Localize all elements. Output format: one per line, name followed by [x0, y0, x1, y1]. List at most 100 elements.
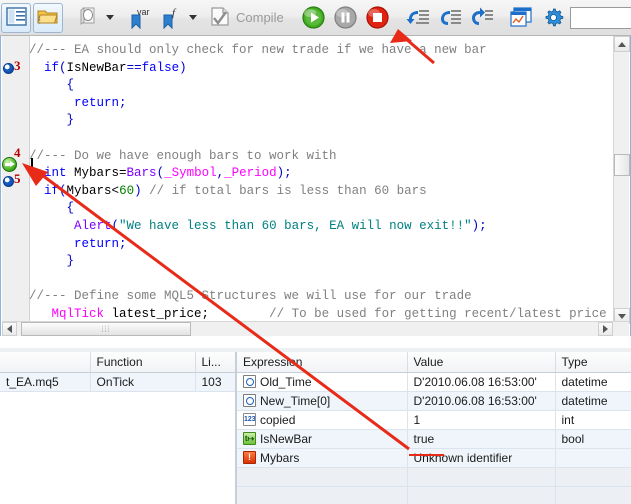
- watch-value-cell: D'2010.06.08 16:53:00': [407, 372, 556, 392]
- step-out-button[interactable]: [467, 3, 497, 33]
- main-toolbar: var f Compile: [0, 0, 631, 36]
- insert-variable-button[interactable]: var: [124, 3, 154, 33]
- vertical-splitter[interactable]: [236, 352, 237, 504]
- scroll-left-arrow-icon[interactable]: [2, 322, 17, 336]
- code-token: MqlTick: [51, 306, 105, 321]
- code-token: ): [179, 60, 187, 75]
- code-token: Mybars=: [66, 166, 127, 181]
- editor-vertical-scrollbar[interactable]: [613, 36, 630, 324]
- gutter-line-number: 4: [14, 145, 21, 160]
- scroll-up-arrow-icon[interactable]: [614, 36, 630, 52]
- insert-dropdown-caret-icon[interactable]: [187, 4, 198, 32]
- watch-row[interactable]: t↦ IsNewBar true bool: [237, 429, 631, 449]
- bool-icon: t↦: [243, 432, 256, 445]
- code-line: {: [29, 77, 613, 95]
- code-editor[interactable]: 3 4 5 //--- EA should only check for new…: [0, 36, 631, 336]
- watch-empty-row[interactable]: [237, 486, 631, 504]
- code-token: 60: [119, 183, 135, 198]
- watch-expression: New_Time[0]: [260, 394, 331, 408]
- insert-function-button[interactable]: f: [156, 3, 186, 33]
- stop-icon: [366, 6, 389, 29]
- code-token: //--- Do we have enough bars to work wit…: [29, 148, 337, 163]
- symbol-combo[interactable]: [569, 6, 631, 29]
- watch-panel[interactable]: Expression Value Type Old_Time D'2010.06.…: [237, 352, 631, 504]
- clock-icon: [243, 394, 256, 407]
- watch-row[interactable]: 123 copied 1 int: [237, 410, 631, 430]
- code-token: return: [74, 95, 120, 110]
- code-line: //--- EA should only check for new trade…: [29, 42, 613, 60]
- watch-expression: Old_Time: [260, 375, 312, 389]
- watch-header-row: Expression Value Type: [237, 352, 631, 373]
- watch-expression-cell[interactable]: ! Mybars: [237, 448, 408, 468]
- watch-type-cell: bool: [555, 429, 631, 449]
- empty-cell: [195, 449, 235, 468]
- empty-cell: [0, 449, 90, 468]
- toolbar-group-stepping: [402, 1, 498, 35]
- gutter-line-number: 3: [14, 58, 21, 73]
- empty-cell: [237, 486, 408, 504]
- start-debug-button[interactable]: [299, 3, 329, 33]
- debug-panels: Function Li... t_EA.mq5 OnTick 103 Express…: [0, 352, 631, 504]
- code-line: //--- Do we have enough bars to work wit…: [29, 148, 613, 166]
- horizontal-scroll-thumb[interactable]: ⦙⦙⦙: [21, 322, 191, 336]
- column-header-file[interactable]: [0, 352, 91, 373]
- watch-expression-cell[interactable]: New_Time[0]: [237, 391, 408, 411]
- code-token: ==: [126, 60, 142, 75]
- code-token: ;: [119, 236, 127, 251]
- vertical-scroll-thumb[interactable]: [614, 154, 630, 176]
- column-header-value[interactable]: Value: [407, 352, 556, 373]
- watch-expression-cell[interactable]: Old_Time: [237, 372, 408, 392]
- breakpoint-marker[interactable]: [3, 63, 14, 74]
- toolbar-group-insert: var f: [123, 1, 198, 35]
- column-header-expression[interactable]: Expression: [237, 352, 408, 373]
- chart-window-button[interactable]: [507, 3, 537, 33]
- folder-open-icon: [37, 7, 59, 29]
- watch-empty-row[interactable]: [237, 467, 631, 487]
- call-stack-panel[interactable]: Function Li... t_EA.mq5 OnTick 103: [0, 352, 236, 504]
- navigator-panel-toggle-button[interactable]: [1, 2, 31, 33]
- compile-button[interactable]: [207, 3, 233, 33]
- code-text-area[interactable]: //--- EA should only check for new trade…: [29, 36, 613, 324]
- column-header-type[interactable]: Type: [555, 352, 631, 373]
- code-token: "We have less than 60 bars, EA will now …: [119, 218, 472, 233]
- toolbar-group-debug-control: [298, 1, 394, 35]
- stop-debug-button[interactable]: [363, 3, 393, 33]
- code-token: }: [66, 254, 75, 269]
- empty-cell: [555, 486, 631, 504]
- pause-debug-button[interactable]: [331, 3, 361, 33]
- step-over-button[interactable]: [435, 3, 465, 33]
- properties-button[interactable]: [73, 3, 103, 33]
- watch-type-cell: [555, 448, 631, 468]
- watch-row[interactable]: ! Mybars Unknown identifier: [237, 448, 631, 468]
- open-folder-button[interactable]: [33, 2, 63, 33]
- empty-cell: [407, 486, 556, 504]
- watch-expression-cell[interactable]: 123 copied: [237, 410, 408, 430]
- code-line: Alert("We have less than 60 bars, EA wil…: [29, 218, 613, 236]
- watch-row[interactable]: New_Time[0] D'2010.06.08 16:53:00' datetim…: [237, 391, 631, 411]
- watch-row[interactable]: Old_Time D'2010.06.08 16:53:00' datetime: [237, 372, 631, 392]
- editor-gutter[interactable]: 3 4 5: [2, 36, 30, 336]
- properties-dropdown-caret-icon[interactable]: [104, 4, 115, 32]
- watch-expression-cell[interactable]: t↦ IsNewBar: [237, 429, 408, 449]
- call-stack-row[interactable]: t_EA.mq5 OnTick 103: [0, 372, 235, 392]
- watch-value-cell: true: [407, 429, 556, 449]
- toolbar-group-view: [0, 1, 64, 35]
- breakpoint-marker[interactable]: [3, 176, 14, 187]
- code-line: int Mybars=Bars(_Symbol,_Period);: [29, 165, 613, 183]
- clock-icon: [243, 375, 256, 388]
- text-caret: [31, 158, 33, 173]
- scroll-right-arrow-icon[interactable]: [598, 322, 613, 336]
- compile-label: Compile: [236, 10, 284, 25]
- step-into-button[interactable]: [403, 3, 433, 33]
- code-line: if(IsNewBar==false): [29, 60, 613, 78]
- settings-button[interactable]: [539, 3, 569, 33]
- editor-horizontal-scrollbar[interactable]: ⦙⦙⦙: [2, 321, 629, 336]
- watch-expression: Mybars: [260, 451, 300, 465]
- column-header-line[interactable]: Li...: [195, 352, 235, 373]
- watch-table: Expression Value Type Old_Time D'2010.06.…: [237, 352, 631, 504]
- column-header-function[interactable]: Function: [90, 352, 196, 373]
